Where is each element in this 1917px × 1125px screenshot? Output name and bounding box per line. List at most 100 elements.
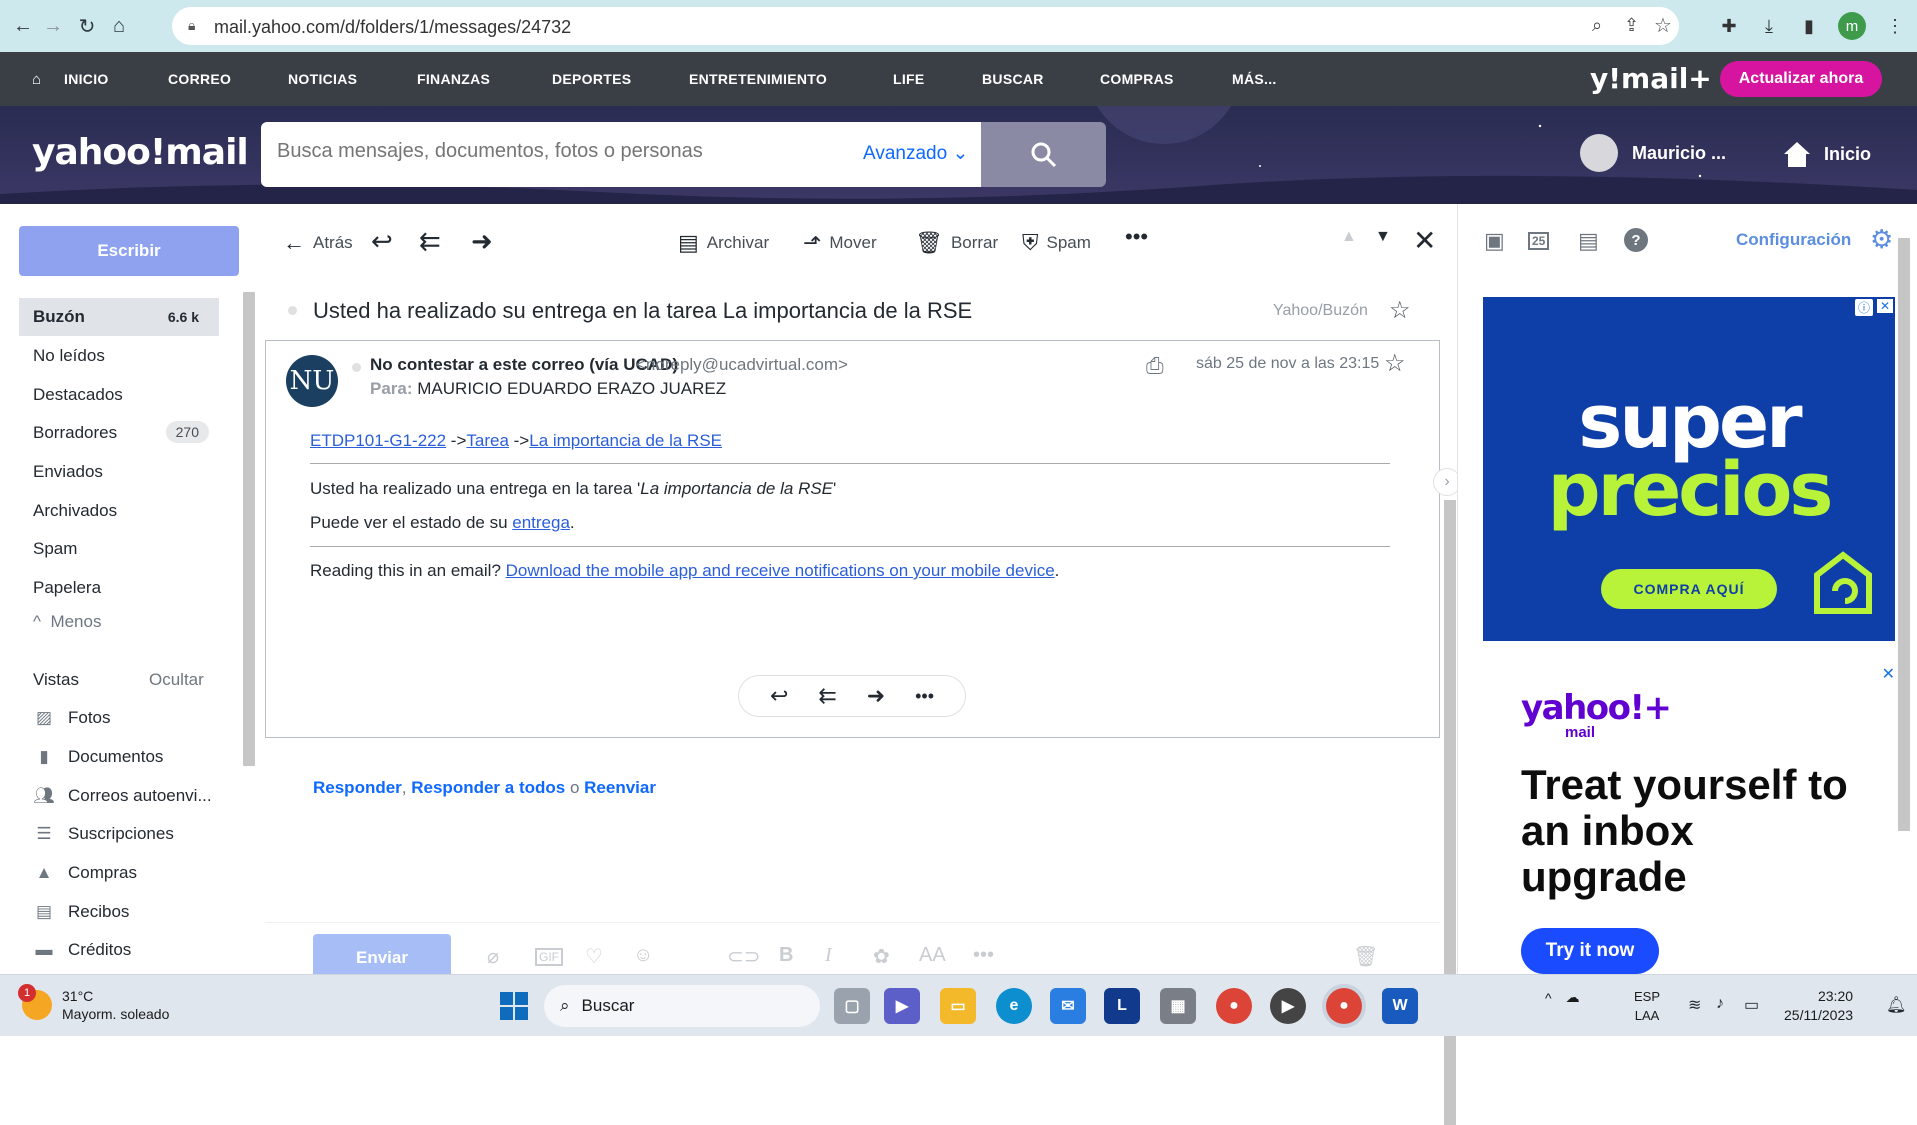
- more-dots-icon[interactable]: •••: [915, 686, 934, 707]
- folder-archive[interactable]: Archivados: [19, 492, 219, 530]
- side-panel-icon[interactable]: ▮: [1796, 13, 1822, 39]
- forward-arrow-icon[interactable]: →: [40, 13, 66, 39]
- read-dot-icon[interactable]: [288, 306, 297, 315]
- search-input[interactable]: [277, 140, 837, 163]
- delete-button[interactable]: 🗑︎ Borrar: [915, 230, 998, 256]
- search-button[interactable]: [981, 122, 1106, 187]
- star-icon[interactable]: ☆: [1389, 296, 1411, 325]
- folder-spam[interactable]: Spam: [19, 530, 219, 568]
- extensions-icon[interactable]: ✚: [1716, 13, 1742, 39]
- star-icon[interactable]: ☆: [1384, 349, 1406, 378]
- network-alert-icon[interactable]: ☁: [1566, 989, 1580, 1006]
- home-nav-icon[interactable]: ⌂: [32, 71, 41, 88]
- ymail-plus-logo[interactable]: y!mail+: [1590, 62, 1712, 95]
- upgrade-button[interactable]: Actualizar ahora: [1720, 61, 1882, 97]
- l-app-icon[interactable]: L: [1104, 988, 1140, 1024]
- forward-icon[interactable]: ➜: [471, 226, 493, 257]
- view-credits[interactable]: ▬ Créditos: [32, 940, 132, 960]
- share-icon[interactable]: ⇪: [1624, 15, 1639, 36]
- battery-icon[interactable]: ▭: [1744, 995, 1759, 1015]
- word-icon[interactable]: W: [1382, 988, 1418, 1024]
- sender-email[interactable]: <noreply@ucadvirtual.com>: [636, 355, 848, 375]
- color-palette-icon[interactable]: ✿: [873, 944, 890, 969]
- attachment-icon[interactable]: ⌀: [487, 944, 499, 969]
- volume-icon[interactable]: ♪: [1716, 995, 1724, 1013]
- forward-link[interactable]: Reenviar: [584, 778, 656, 797]
- chrome-profile-icon[interactable]: ●: [1326, 988, 1362, 1024]
- less-toggle[interactable]: ^ Menos: [33, 612, 101, 632]
- reply-all-link[interactable]: Responder a todos: [411, 778, 565, 797]
- notification-bell-icon[interactable]: 🔔︎: [1886, 995, 1906, 1015]
- nav-compras[interactable]: COMPRAS: [1100, 71, 1174, 87]
- course-link[interactable]: ETDP101-G1-222: [310, 431, 446, 450]
- file-explorer-icon[interactable]: ▭: [940, 988, 976, 1024]
- more-dots-icon[interactable]: •••: [1125, 224, 1148, 250]
- link-icon[interactable]: ⊂⊃: [727, 944, 761, 969]
- gear-icon[interactable]: ⚙: [1870, 224, 1893, 255]
- nav-correo[interactable]: CORREO: [168, 71, 231, 87]
- wifi-icon[interactable]: ≋: [1688, 995, 1701, 1015]
- weather-widget[interactable]: 1 31°C Mayorm. soleado: [18, 984, 169, 1023]
- menu-dots-icon[interactable]: ⋮: [1882, 13, 1908, 39]
- ad-super-precios[interactable]: ⓘ ✕ super precios COMPRA AQUÍ: [1483, 297, 1895, 641]
- italic-icon[interactable]: I: [825, 944, 832, 967]
- advanced-search-toggle[interactable]: Avanzado ⌄: [863, 142, 968, 165]
- reply-icon[interactable]: ↩: [770, 683, 788, 709]
- ad-close-icon[interactable]: ✕: [1882, 664, 1895, 684]
- view-photos[interactable]: ▨ Fotos: [32, 708, 111, 728]
- task-link[interactable]: Tarea: [466, 431, 509, 450]
- hide-views-link[interactable]: Ocultar: [149, 670, 204, 690]
- task-view-icon[interactable]: ▢: [834, 988, 870, 1024]
- view-documents[interactable]: ▮ Documentos: [32, 747, 163, 767]
- ad-yahoo-mail-plus[interactable]: ✕ yahoo!+ mail Treat yourself to an inbo…: [1483, 666, 1895, 974]
- folder-drafts[interactable]: Borradores 270: [19, 414, 219, 452]
- back-button[interactable]: ← Atrás: [283, 230, 353, 256]
- nav-buscar[interactable]: BUSCAR: [982, 71, 1044, 87]
- previous-message-icon[interactable]: ▲: [1341, 228, 1357, 246]
- print-icon[interactable]: ⎙: [1146, 353, 1164, 379]
- gif-icon[interactable]: GIF: [535, 948, 563, 966]
- nav-deportes[interactable]: DEPORTES: [552, 71, 631, 87]
- edge-icon[interactable]: e: [996, 988, 1032, 1024]
- reply-icon[interactable]: ↩: [371, 226, 393, 257]
- nav-life[interactable]: LIFE: [893, 71, 925, 87]
- sidebar-scrollbar[interactable]: [243, 292, 255, 766]
- taskbar-search[interactable]: ⌕ Buscar: [544, 985, 820, 1027]
- ad-cta-button[interactable]: Try it now: [1521, 928, 1659, 974]
- folder-inbox[interactable]: Buzón 6.6 k: [19, 298, 219, 336]
- forward-icon[interactable]: ➜: [867, 683, 885, 709]
- bookmark-star-icon[interactable]: ☆: [1654, 13, 1672, 38]
- emoji-icon[interactable]: ☺: [633, 944, 653, 967]
- view-subscriptions[interactable]: ☰ Suscripciones: [32, 824, 173, 844]
- mobile-app-link[interactable]: Download the mobile app and receive noti…: [506, 561, 1055, 580]
- user-menu[interactable]: Mauricio ...: [1580, 134, 1726, 172]
- nav-mas[interactable]: MÁS...: [1232, 71, 1277, 87]
- more-dots-icon[interactable]: •••: [973, 944, 994, 967]
- notepad-icon[interactable]: ▤: [1578, 228, 1599, 254]
- folder-sent[interactable]: Enviados: [19, 453, 219, 491]
- windows-start-icon[interactable]: [496, 988, 532, 1024]
- font-size-icon[interactable]: AA: [919, 944, 946, 967]
- right-scrollbar[interactable]: [1898, 238, 1910, 831]
- archive-button[interactable]: ▤ Archivar: [678, 230, 769, 256]
- nav-finanzas[interactable]: FINANZAS: [417, 71, 490, 87]
- settings-link[interactable]: Configuración: [1736, 230, 1851, 250]
- folder-unread[interactable]: No leídos: [19, 337, 219, 375]
- bold-icon[interactable]: B: [779, 944, 793, 967]
- help-icon[interactable]: ?: [1624, 228, 1648, 252]
- nav-noticias[interactable]: NOTICIAS: [288, 71, 357, 87]
- nav-inicio[interactable]: INICIO: [64, 71, 109, 87]
- folder-starred[interactable]: Destacados: [19, 376, 219, 414]
- next-message-icon[interactable]: ▼: [1375, 228, 1391, 246]
- language-indicator[interactable]: ESP LAA: [1634, 987, 1660, 1025]
- ad-cta-button[interactable]: COMPRA AQUÍ: [1601, 569, 1777, 609]
- nav-entretenimiento[interactable]: ENTRETENIMIENTO: [689, 71, 827, 87]
- ad-close-icon[interactable]: ✕: [1876, 299, 1893, 313]
- reply-all-icon[interactable]: ⇇: [818, 683, 836, 709]
- contacts-icon[interactable]: ▣: [1484, 228, 1505, 254]
- chrome-icon[interactable]: ●: [1216, 988, 1252, 1024]
- home-link[interactable]: Inicio: [1782, 140, 1871, 168]
- reload-icon[interactable]: ↻: [74, 13, 100, 39]
- profile-avatar[interactable]: m: [1838, 12, 1866, 40]
- media-player-icon[interactable]: ▶: [1270, 988, 1306, 1024]
